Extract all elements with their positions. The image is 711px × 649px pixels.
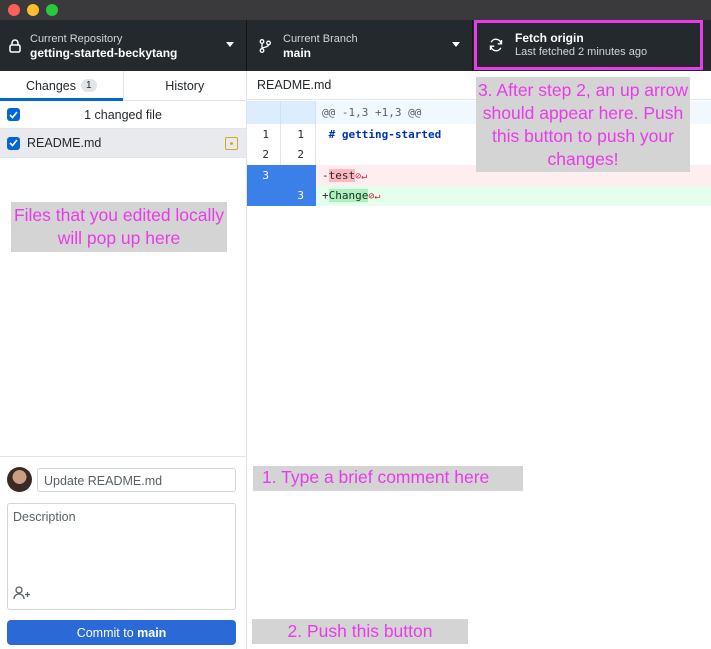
commit-button-branch: main: [137, 625, 167, 640]
tab-changes-label: Changes: [25, 78, 76, 93]
fetch-title: Fetch origin: [515, 31, 584, 45]
old-line-number: 2: [247, 144, 281, 165]
file-name: README.md: [27, 136, 102, 150]
branch-name: main: [283, 45, 312, 60]
repository-caption: Current Repository: [30, 32, 123, 45]
file-checkbox[interactable]: [7, 136, 20, 150]
branch-icon: [247, 38, 283, 53]
select-all-checkbox[interactable]: [7, 108, 20, 121]
description-placeholder: Description: [13, 510, 76, 524]
repository-selector[interactable]: Current Repository getting-started-becky…: [0, 20, 247, 71]
avatar: [7, 467, 32, 492]
diff-line-text: # getting-started: [322, 127, 442, 141]
annotation-step1: 1. Type a brief comment here: [253, 466, 523, 491]
chevron-down-icon: [226, 42, 234, 47]
commit-button[interactable]: Commit to main: [7, 620, 236, 645]
new-line-number: 2: [281, 144, 316, 165]
changed-files-count: 1 changed file: [84, 107, 162, 122]
branch-caption: Current Branch: [283, 32, 358, 45]
old-line-number: 3: [247, 165, 281, 186]
fetch-origin-button[interactable]: Fetch origin Last fetched 2 minutes ago: [474, 20, 703, 70]
diff-prefix: -: [322, 168, 329, 182]
diff-prefix: +: [322, 189, 329, 203]
tab-history[interactable]: History: [122, 71, 247, 100]
no-newline-icon: ⊘↵: [355, 170, 368, 182]
zoom-window-button[interactable]: [46, 4, 58, 16]
sidebar-tabs: Changes 1 History: [0, 71, 246, 101]
fetch-subtitle: Last fetched 2 minutes ago: [515, 46, 648, 58]
file-modified-icon: [225, 136, 238, 150]
branch-selector[interactable]: Current Branch main: [247, 20, 473, 71]
add-coauthor-icon[interactable]: [13, 586, 31, 603]
close-window-button[interactable]: [8, 4, 20, 16]
list-item[interactable]: README.md: [0, 129, 246, 158]
deleted-word: test: [328, 168, 356, 182]
old-line-number: 1: [247, 124, 281, 145]
chevron-down-icon: [452, 42, 460, 47]
changes-count-badge: 1: [80, 79, 97, 92]
added-word: Change: [328, 189, 369, 203]
annotation-files-note: Files that you edited locally will pop u…: [11, 202, 227, 252]
annotation-step2: 2. Push this button: [252, 619, 468, 644]
minimize-window-button[interactable]: [27, 4, 39, 16]
new-line-number: 3: [281, 185, 316, 206]
changed-files-header: 1 changed file: [0, 101, 246, 129]
commit-summary-input[interactable]: Update README.md: [37, 468, 236, 492]
commit-panel: Update README.md Description Commit to m…: [0, 456, 246, 649]
repository-name: getting-started-beckytang: [30, 45, 178, 60]
commit-description-input[interactable]: Description: [7, 503, 236, 610]
diff-line-text: -test⊘↵: [316, 168, 368, 182]
tab-changes[interactable]: Changes 1: [0, 71, 123, 101]
commit-button-prefix: Commit to: [76, 625, 134, 640]
old-line-number: [247, 185, 281, 206]
hunk-header: @@ -1,3 +1,3 @@: [322, 106, 422, 119]
diff-line-added[interactable]: 3 +Change⊘↵: [247, 185, 711, 206]
sidebar: Changes 1 History 1 changed file README.…: [0, 71, 247, 649]
window-titlebar: [0, 0, 711, 20]
new-line-number: [281, 165, 316, 186]
tab-history-label: History: [165, 78, 205, 93]
diff-line-text: +Change⊘↵: [316, 189, 381, 203]
annotation-step3: 3. After step 2, an up arrow should appe…: [476, 77, 690, 172]
sync-icon: [477, 38, 515, 52]
no-newline-icon: ⊘↵: [368, 191, 381, 203]
new-line-number: 1: [281, 124, 316, 145]
lock-icon: [0, 38, 30, 53]
